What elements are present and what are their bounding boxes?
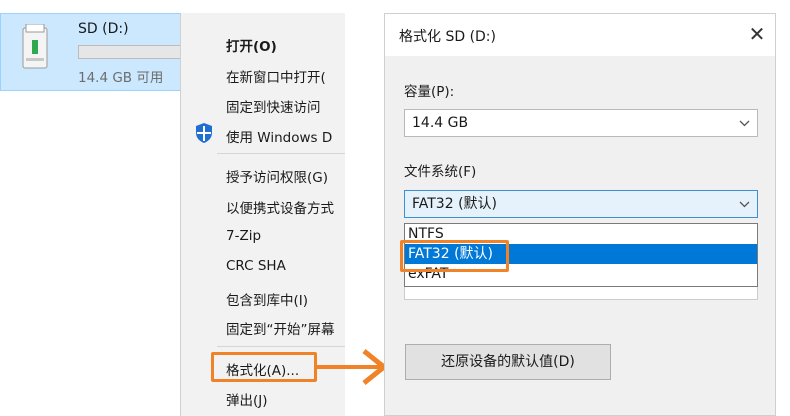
capacity-label: 容量(P):: [404, 84, 455, 100]
menu-item-open[interactable]: 打开(O): [226, 35, 277, 55]
fat32-highlight-box: [400, 240, 509, 272]
capacity-value: 14.4 GB: [412, 115, 469, 131]
windows-defender-shield-icon: [196, 123, 212, 143]
format-dialog: 格式化 SD (D:) ✕ 容量(P): 14.4 GB 文件系统(F) FAT…: [384, 13, 776, 416]
filesystem-label: 文件系统(F): [404, 164, 477, 180]
menu-item-include-library[interactable]: 包含到库中(I): [226, 289, 308, 309]
drive-name: SD (D:): [78, 21, 129, 37]
usb-drive-icon: [22, 24, 48, 69]
menu-item-crc-sha[interactable]: CRC SHA: [226, 258, 286, 274]
menu-item-eject[interactable]: 弹出(J): [226, 389, 268, 409]
menu-item-7zip[interactable]: 7-Zip: [226, 228, 261, 244]
menu-item-portable-device[interactable]: 以便携式设备方式: [226, 197, 334, 217]
filesystem-select[interactable]: FAT32 (默认): [404, 190, 758, 218]
menu-item-pin-start[interactable]: 固定到“开始”屏幕: [226, 318, 335, 338]
arrow-right-icon: [316, 349, 389, 385]
format-highlight-box: [211, 352, 317, 382]
filesystem-value: FAT32 (默认): [412, 196, 497, 212]
close-icon[interactable]: ✕: [744, 20, 770, 48]
menu-item-open-new-window[interactable]: 在新窗口中打开(: [226, 66, 326, 86]
dialog-title: 格式化 SD (D:): [399, 29, 496, 45]
menu-separator: [217, 153, 345, 154]
menu-item-pin-quick-access[interactable]: 固定到快速访问: [226, 96, 321, 116]
capacity-select[interactable]: 14.4 GB: [404, 109, 758, 137]
chevron-down-icon: [739, 120, 750, 127]
drive-capacity-bar: [78, 45, 188, 59]
restore-defaults-button[interactable]: 还原设备的默认值(D): [405, 344, 611, 380]
menu-item-windows-defender[interactable]: 使用 Windows D: [226, 126, 332, 146]
menu-item-grant-access[interactable]: 授予访问权限(G): [226, 166, 328, 186]
chevron-down-icon: [739, 201, 750, 208]
drive-free-space: 14.4 GB 可用: [78, 70, 164, 86]
